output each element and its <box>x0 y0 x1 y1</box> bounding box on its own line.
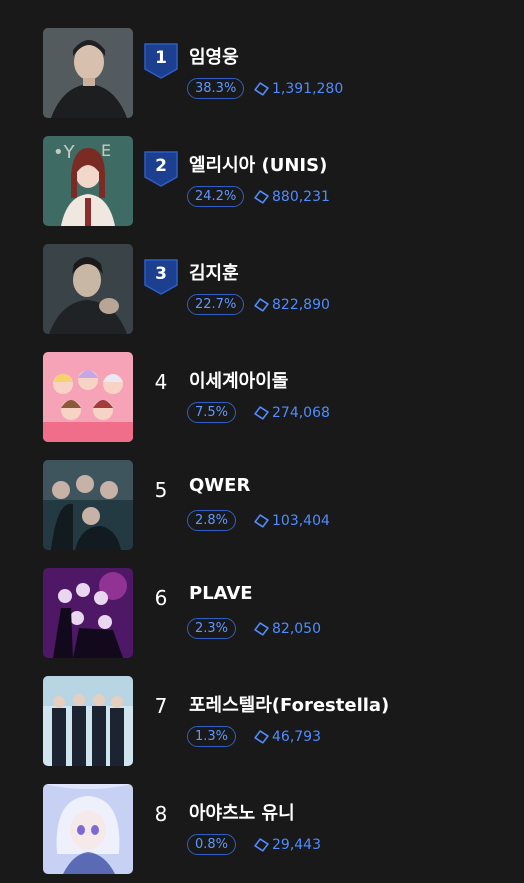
rank-number: 6 <box>154 586 168 610</box>
vote-percent-badge: 2.8% <box>187 510 237 531</box>
vote-count-value: 103,404 <box>272 512 330 529</box>
artist-thumbnail[interactable] <box>43 244 133 334</box>
ranking-row[interactable]: •Y E 2 엘리시아 (UNIS) 24.2% 880,231 <box>0 136 524 226</box>
artist-thumbnail[interactable] <box>43 568 133 658</box>
ranking-row[interactable]: 8 아야츠노 유니 0.8% 29,443 <box>0 784 524 874</box>
heart-outline-icon <box>254 81 269 96</box>
vote-count: 274,068 <box>252 402 330 423</box>
artist-thumbnail[interactable] <box>43 784 133 874</box>
ranking-row[interactable]: 5 QWER 2.8% 103,404 <box>0 460 524 550</box>
vote-percent-badge: 2.3% <box>187 618 237 639</box>
vote-count: 103,404 <box>252 510 330 531</box>
vote-count: 880,231 <box>252 186 330 207</box>
rank-number: 7 <box>154 694 168 718</box>
artist-name: 임영웅 <box>189 47 239 68</box>
vote-count: 822,890 <box>252 294 330 315</box>
heart-outline-icon <box>254 405 269 420</box>
heart-outline-icon <box>254 837 269 852</box>
svg-text:E: E <box>101 141 111 160</box>
rank-number: 5 <box>154 478 168 502</box>
vote-percent-badge: 24.2% <box>187 186 245 207</box>
rank-number: 4 <box>154 370 168 394</box>
artist-name: 이세계아이돌 <box>189 371 289 392</box>
ranking-row[interactable]: 1 임영웅 38.3% 1,391,280 <box>0 28 524 118</box>
vote-percent-badge: 0.8% <box>187 834 237 855</box>
heart-outline-icon <box>254 189 269 204</box>
artist-thumbnail[interactable] <box>43 676 133 766</box>
rank-number: 1 <box>155 48 167 68</box>
artist-name: PLAVE <box>189 583 253 604</box>
vote-count-value: 1,391,280 <box>272 80 344 97</box>
rank-number: 2 <box>155 156 167 176</box>
heart-outline-icon <box>254 513 269 528</box>
vote-count: 1,391,280 <box>252 78 343 99</box>
vote-count-value: 29,443 <box>272 836 321 853</box>
artist-thumbnail[interactable] <box>43 460 133 550</box>
heart-outline-icon <box>254 729 269 744</box>
vote-count: 29,443 <box>252 834 321 855</box>
heart-outline-icon <box>254 297 269 312</box>
vote-count-value: 274,068 <box>272 404 330 421</box>
vote-percent-badge: 1.3% <box>187 726 237 747</box>
ranking-row[interactable]: 4 이세계아이돌 7.5% 274,068 <box>0 352 524 442</box>
artist-name: 엘리시아 (UNIS) <box>189 155 328 176</box>
vote-percent-badge: 38.3% <box>187 78 245 99</box>
heart-outline-icon <box>254 621 269 636</box>
ranking-row[interactable]: 7 포레스텔라(Forestella) 1.3% 46,793 <box>0 676 524 766</box>
ranking-list: 1 임영웅 38.3% 1,391,280 •Y E 2 엘리시아 (UNIS)… <box>0 0 524 883</box>
rank-badge: 1 <box>144 43 178 79</box>
vote-count-value: 822,890 <box>272 296 330 313</box>
vote-count-value: 46,793 <box>272 728 321 745</box>
ranking-row[interactable]: 3 김지훈 22.7% 822,890 <box>0 244 524 334</box>
vote-count: 46,793 <box>252 726 321 747</box>
artist-thumbnail[interactable] <box>43 28 133 118</box>
artist-name: 아야츠노 유니 <box>189 803 295 824</box>
vote-percent-badge: 7.5% <box>187 402 237 423</box>
artist-name: QWER <box>189 475 251 496</box>
artist-thumbnail[interactable] <box>43 352 133 442</box>
artist-name: 김지훈 <box>189 263 239 284</box>
vote-percent-badge: 22.7% <box>187 294 245 315</box>
artist-thumbnail[interactable]: •Y E <box>43 136 133 226</box>
vote-count-value: 880,231 <box>272 188 330 205</box>
vote-count-value: 82,050 <box>272 620 321 637</box>
ranking-row[interactable]: 6 PLAVE 2.3% 82,050 <box>0 568 524 658</box>
svg-text:•Y: •Y <box>53 142 76 163</box>
rank-number: 8 <box>154 802 168 826</box>
vote-count: 82,050 <box>252 618 321 639</box>
artist-name: 포레스텔라(Forestella) <box>189 695 390 716</box>
rank-badge: 3 <box>144 259 178 295</box>
rank-badge: 2 <box>144 151 178 187</box>
rank-number: 3 <box>155 264 167 284</box>
